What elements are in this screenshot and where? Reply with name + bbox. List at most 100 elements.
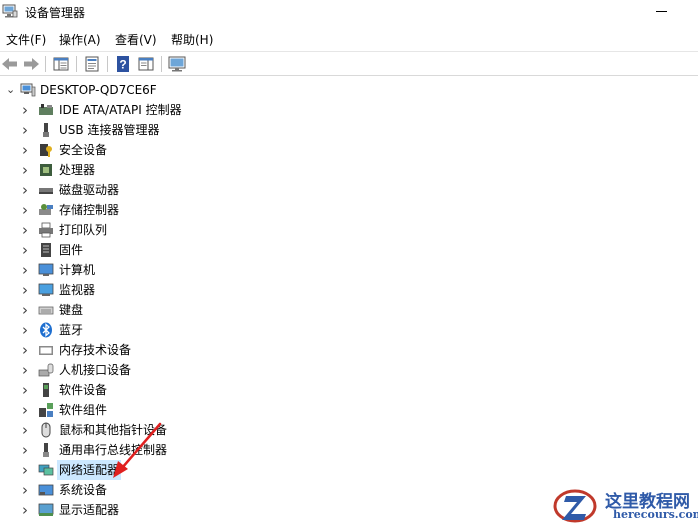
tree-item[interactable]: › 软件设备 <box>0 380 698 400</box>
watermark-logo-icon <box>553 489 597 523</box>
chevron-right-icon[interactable]: › <box>22 300 28 320</box>
tree-item[interactable]: › 鼠标和其他指针设备 <box>0 420 698 440</box>
usb-connector-icon <box>43 123 49 137</box>
show-hide-console-tree-button[interactable] <box>51 54 71 74</box>
toolbar: ? <box>0 51 698 76</box>
tree-item[interactable]: › 蓝牙 <box>0 320 698 340</box>
chevron-down-icon[interactable]: ⌄ <box>6 80 15 100</box>
ide-controller-icon <box>39 104 53 115</box>
tree-item-label: 软件组件 <box>59 403 108 417</box>
tree-item[interactable]: › 监视器 <box>0 280 698 300</box>
tree-item-label: 人机接口设备 <box>59 363 132 377</box>
chevron-right-icon[interactable]: › <box>22 280 28 300</box>
forward-button[interactable] <box>21 54 41 74</box>
tree-item-label: 处理器 <box>59 163 96 177</box>
bluetooth-icon <box>40 322 52 338</box>
processor-icon <box>40 164 52 176</box>
firmware-icon <box>41 243 51 257</box>
tree-item-label: 蓝牙 <box>59 323 84 337</box>
chevron-right-icon[interactable]: › <box>22 100 28 120</box>
tree-item[interactable]: › 打印队列 <box>0 220 698 240</box>
tree-item[interactable]: › 处理器 <box>0 160 698 180</box>
chevron-right-icon[interactable]: › <box>22 220 28 240</box>
tree-item-label: 固件 <box>59 243 84 257</box>
menu-bar: 文件(F) 操作(A) 查看(V) 帮助(H) <box>0 28 698 50</box>
tree-item-label: 网络适配器 <box>57 460 122 480</box>
tree-item-label: 键盘 <box>59 303 84 317</box>
monitor-icon <box>38 283 54 296</box>
tree-item[interactable]: › 键盘 <box>0 300 698 320</box>
chevron-right-icon[interactable]: › <box>22 400 28 420</box>
minimize-icon <box>656 11 667 12</box>
tree-item[interactable]: › 磁盘驱动器 <box>0 180 698 200</box>
tree-item-label: 打印队列 <box>59 223 108 237</box>
back-button[interactable] <box>0 54 20 74</box>
network-adapter-icon <box>38 464 54 476</box>
tree-item-label: 软件设备 <box>59 383 108 397</box>
tree-item[interactable]: › 软件组件 <box>0 400 698 420</box>
software-device-icon <box>43 383 49 397</box>
scan-hardware-button[interactable] <box>167 54 187 74</box>
chevron-right-icon[interactable]: › <box>22 140 28 160</box>
device-manager-icon <box>2 4 18 18</box>
chevron-right-icon[interactable]: › <box>22 240 28 260</box>
chevron-right-icon[interactable]: › <box>22 420 28 440</box>
console-tree-icon <box>53 57 69 71</box>
tree-item[interactable]: › 存储控制器 <box>0 200 698 220</box>
tree-item[interactable]: › USB 连接器管理器 <box>0 120 698 140</box>
chevron-right-icon[interactable]: › <box>22 120 28 140</box>
tree-item-label: 系统设备 <box>59 483 108 497</box>
tree-item[interactable]: › 固件 <box>0 240 698 260</box>
mouse-icon <box>41 422 51 438</box>
menu-help[interactable]: 帮助(H) <box>170 31 214 48</box>
window-title: 设备管理器 <box>25 6 86 20</box>
monitor-scan-icon <box>168 56 186 72</box>
tree-item-label: 计算机 <box>59 263 96 277</box>
memory-device-icon <box>39 346 53 355</box>
menu-view[interactable]: 查看(V) <box>114 31 158 48</box>
tree-item-label: IDE ATA/ATAPI 控制器 <box>59 103 182 117</box>
chevron-right-icon[interactable]: › <box>22 200 28 220</box>
computer-icon <box>20 83 36 97</box>
menu-action[interactable]: 操作(A) <box>58 31 102 48</box>
menu-file[interactable]: 文件(F) <box>5 31 47 48</box>
root-label: DESKTOP-QD7CE6F <box>40 83 157 97</box>
device-tree: ⌄ DESKTOP-QD7CE6F › IDE ATA/ATAPI 控制器 › USB… <box>0 80 698 526</box>
tree-item-label: 监视器 <box>59 283 96 297</box>
chevron-right-icon[interactable]: › <box>22 480 28 500</box>
chevron-right-icon[interactable]: › <box>22 260 28 280</box>
tree-item[interactable]: › 安全设备 <box>0 140 698 160</box>
tree-item[interactable]: › 内存技术设备 <box>0 340 698 360</box>
watermark: 这里教程网 herecours.com <box>553 484 698 526</box>
help-button[interactable]: ? <box>113 54 133 74</box>
toolbar-separator <box>107 56 108 72</box>
disk-drive-icon <box>39 188 53 194</box>
tree-root[interactable]: ⌄ DESKTOP-QD7CE6F <box>0 80 698 100</box>
computer-icon <box>38 263 54 276</box>
chevron-right-icon[interactable]: › <box>22 440 28 460</box>
chevron-right-icon[interactable]: › <box>22 460 28 480</box>
action-pane-icon <box>138 57 154 71</box>
tree-item-label: 磁盘驱动器 <box>59 183 120 197</box>
security-device-icon <box>40 144 52 157</box>
svg-text:?: ? <box>119 58 126 72</box>
minimize-button[interactable] <box>648 2 676 22</box>
properties-icon <box>85 56 99 72</box>
show-action-pane-button[interactable] <box>136 54 156 74</box>
tree-item[interactable]: › IDE ATA/ATAPI 控制器 <box>0 100 698 120</box>
tree-item[interactable]: › 网络适配器 <box>0 460 698 480</box>
properties-button[interactable] <box>82 54 102 74</box>
chevron-right-icon[interactable]: › <box>22 340 28 360</box>
tree-item[interactable]: › 人机接口设备 <box>0 360 698 380</box>
chevron-right-icon[interactable]: › <box>22 500 28 520</box>
tree-item-label: USB 连接器管理器 <box>59 123 160 137</box>
tree-item[interactable]: › 通用串行总线控制器 <box>0 440 698 460</box>
chevron-right-icon[interactable]: › <box>22 320 28 340</box>
tree-item[interactable]: › 计算机 <box>0 260 698 280</box>
forward-arrow-icon <box>24 58 39 70</box>
chevron-right-icon[interactable]: › <box>22 360 28 380</box>
chevron-right-icon[interactable]: › <box>22 180 28 200</box>
chevron-right-icon[interactable]: › <box>22 160 28 180</box>
chevron-right-icon[interactable]: › <box>22 380 28 400</box>
tree-item-label: 安全设备 <box>59 143 108 157</box>
